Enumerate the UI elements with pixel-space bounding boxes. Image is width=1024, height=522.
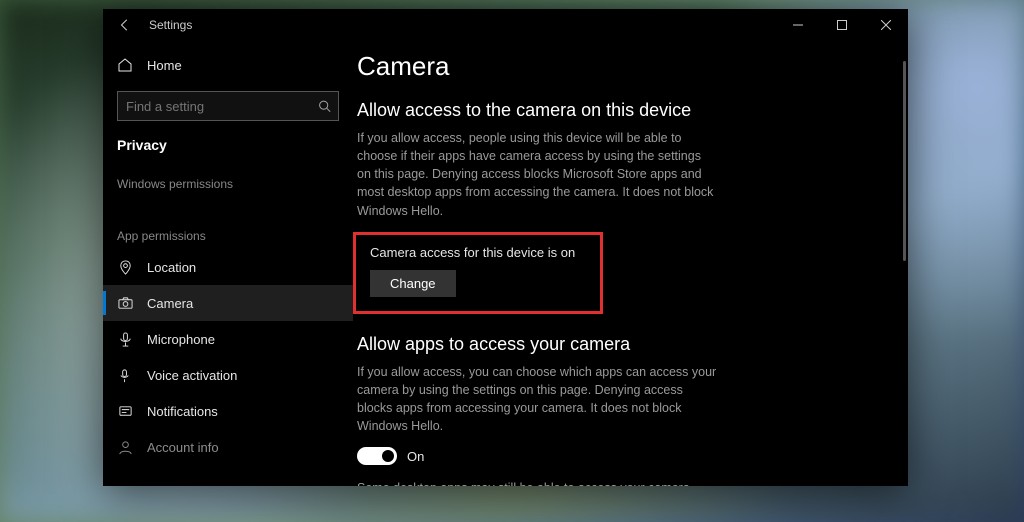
minimize-button[interactable]	[776, 9, 820, 41]
sidebar-home[interactable]: Home	[103, 47, 353, 83]
sidebar-item-microphone[interactable]: Microphone	[103, 321, 353, 357]
sidebar-item-account-info[interactable]: Account info	[103, 429, 353, 465]
sidebar-item-location[interactable]: Location	[103, 249, 353, 285]
content-pane: Camera Allow access to the camera on thi…	[353, 41, 908, 486]
arrow-left-icon	[118, 18, 132, 32]
apps-access-toggle[interactable]	[357, 447, 397, 465]
titlebar: Settings	[103, 9, 908, 41]
sidebar-item-camera[interactable]: Camera	[103, 285, 353, 321]
search-input[interactable]	[117, 91, 339, 121]
home-icon	[117, 57, 133, 73]
sidebar-item-label: Account info	[147, 440, 219, 455]
camera-access-status: Camera access for this device is on	[370, 245, 586, 260]
window-title: Settings	[149, 18, 192, 32]
section-allow-device-heading: Allow access to the camera on this devic…	[357, 100, 888, 121]
sidebar-home-label: Home	[147, 58, 182, 73]
notifications-icon	[117, 403, 133, 419]
settings-window: Settings Home	[103, 9, 908, 486]
sidebar-group-windows: Windows permissions	[103, 167, 353, 197]
back-button[interactable]	[113, 13, 137, 37]
sidebar-item-label: Microphone	[147, 332, 215, 347]
sidebar-item-label: Camera	[147, 296, 193, 311]
section-allow-apps-heading: Allow apps to access your camera	[357, 334, 888, 355]
location-icon	[117, 259, 133, 275]
desktop-apps-note: Some desktop apps may still be able to a…	[357, 479, 717, 486]
maximize-icon	[837, 20, 847, 30]
close-icon	[881, 20, 891, 30]
highlight-annotation: Camera access for this device is on Chan…	[353, 232, 603, 314]
sidebar-item-label: Voice activation	[147, 368, 237, 383]
close-button[interactable]	[864, 9, 908, 41]
camera-icon	[117, 295, 133, 311]
sidebar-item-label: Notifications	[147, 404, 218, 419]
sidebar-item-label: Location	[147, 260, 196, 275]
account-icon	[117, 439, 133, 455]
change-button[interactable]: Change	[370, 270, 456, 297]
sidebar-category: Privacy	[103, 131, 353, 167]
sidebar-item-voice-activation[interactable]: Voice activation	[103, 357, 353, 393]
toggle-state-label: On	[407, 449, 424, 464]
search-icon	[318, 100, 331, 113]
minimize-icon	[793, 20, 803, 30]
section-allow-device-desc: If you allow access, people using this d…	[357, 129, 717, 220]
scrollbar[interactable]	[903, 61, 906, 261]
maximize-button[interactable]	[820, 9, 864, 41]
sidebar-group-app: App permissions	[103, 219, 353, 249]
page-title: Camera	[357, 51, 888, 82]
microphone-icon	[117, 331, 133, 347]
sidebar: Home Privacy Windows permissions App per…	[103, 41, 353, 486]
sidebar-item-notifications[interactable]: Notifications	[103, 393, 353, 429]
section-allow-apps-desc: If you allow access, you can choose whic…	[357, 363, 717, 436]
voice-icon	[117, 367, 133, 383]
toggle-knob	[382, 450, 394, 462]
